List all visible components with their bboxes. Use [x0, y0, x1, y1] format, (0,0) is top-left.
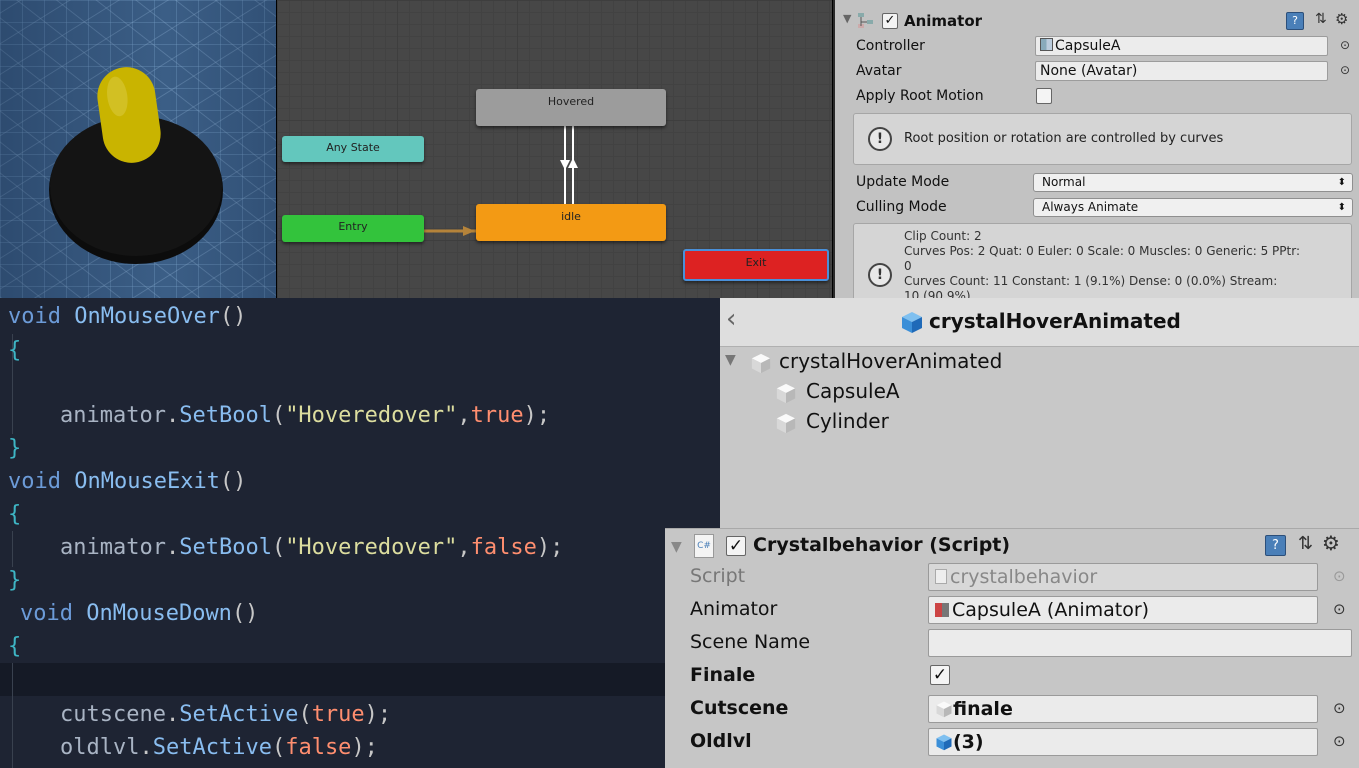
animator-controller-icon [1040, 38, 1053, 51]
indent-guide [12, 663, 13, 768]
cutscene-field[interactable]: finale [928, 695, 1318, 723]
back-button[interactable]: ‹ [726, 304, 736, 334]
code-line: cutscene.SetActive(true); [60, 702, 392, 727]
update-mode-dropdown[interactable]: Normal ⬍ [1033, 173, 1353, 192]
hierarchy-header: ‹ crystalHoverAnimated [720, 298, 1359, 347]
warning-icon: ! [868, 263, 892, 287]
script-component-title: Crystalbehavior (Script) [753, 534, 1011, 556]
culling-mode-label: Culling Mode [856, 199, 947, 215]
foldout-arrow-icon[interactable]: ▼ [725, 352, 736, 368]
state-idle[interactable]: idle [476, 204, 666, 241]
preset-icon[interactable]: ⇅ [1315, 11, 1327, 27]
hierarchy-panel: ‹ crystalHoverAnimated ▼ crystalHoverAni… [720, 298, 1359, 528]
help-book-icon[interactable]: ? [1265, 535, 1286, 556]
hierarchy-item-label: crystalHoverAnimated [779, 349, 1003, 373]
script-file-icon [935, 569, 947, 584]
animator-header: ▼ ✓ Animator ? ⇅ ⚙ [835, 10, 1359, 34]
object-picker-icon[interactable]: ⊙ [1340, 38, 1350, 52]
cube-icon [775, 382, 797, 404]
info-line: 0 [904, 259, 912, 273]
avatar-label: Avatar [856, 63, 902, 79]
foldout-arrow-icon[interactable]: ▼ [843, 12, 851, 25]
animator-title: Animator [904, 12, 983, 30]
scene-view[interactable] [0, 0, 276, 298]
controller-label: Controller [856, 38, 925, 54]
code-line: { [8, 502, 22, 527]
animator-graph[interactable]: Hovered Any State Entry idle Exit [277, 0, 832, 298]
state-hovered[interactable]: Hovered [476, 89, 666, 126]
avatar-field[interactable]: None (Avatar) [1035, 61, 1328, 81]
object-picker-icon[interactable]: ⊙ [1340, 63, 1350, 77]
code-line: } [8, 568, 22, 593]
info-line: Clip Count: 2 [904, 229, 982, 243]
info-line: Curves Pos: 2 Quat: 0 Euler: 0 Scale: 0 … [904, 244, 1300, 258]
cube-icon [900, 310, 924, 334]
object-picker-icon[interactable]: ⊙ [1333, 600, 1346, 618]
code-line: { [8, 338, 22, 363]
indent-guide [12, 531, 13, 567]
culling-mode-dropdown[interactable]: Always Animate ⬍ [1033, 198, 1353, 217]
hierarchy-child-item[interactable]: CapsuleA [720, 378, 1359, 406]
csharp-script-icon: C# [694, 534, 714, 558]
animator-label: Animator [690, 598, 778, 620]
cube-icon [935, 699, 953, 718]
cube-icon [750, 352, 772, 374]
animator-enabled-checkbox[interactable]: ✓ [882, 13, 898, 29]
state-any-state[interactable]: Any State [282, 136, 424, 162]
cube-icon [935, 732, 953, 751]
cube-icon [775, 412, 797, 434]
code-editor[interactable]: void OnMouseOver() { animator.SetBool("H… [0, 298, 720, 768]
code-line: { [8, 634, 22, 659]
update-mode-label: Update Mode [856, 174, 950, 190]
state-entry[interactable]: Entry [282, 215, 424, 242]
prefab-title: crystalHoverAnimated [929, 309, 1181, 333]
script-enabled-checkbox[interactable]: ✓ [726, 536, 746, 556]
script-inspector: ▼ C# ✓ Crystalbehavior (Script) ? ⇅ ⚙ Sc… [665, 528, 1359, 768]
animator-component-icon [935, 603, 949, 617]
root-motion-helpbox: ! Root position or rotation are controll… [853, 113, 1352, 165]
warning-icon: ! [868, 127, 892, 151]
code-line: animator.SetBool("Hoveredover",false); [60, 535, 564, 560]
oldlvl-field[interactable]: (3) [928, 728, 1318, 756]
hierarchy-root-item[interactable]: ▼ crystalHoverAnimated [720, 348, 1359, 376]
code-line: void OnMouseDown() [20, 601, 259, 626]
hierarchy-child-item[interactable]: Cylinder [720, 408, 1359, 436]
object-picker-icon[interactable]: ⊙ [1333, 699, 1346, 717]
controller-field[interactable]: CapsuleA [1035, 36, 1328, 56]
code-line: void OnMouseExit() [8, 469, 247, 494]
animator-inspector: ▼ ✓ Animator ? ⇅ ⚙ Controller CapsuleA ⊙… [833, 0, 1359, 303]
animator-info-box: ! Clip Count: 2 Curves Pos: 2 Quat: 0 Eu… [853, 223, 1352, 303]
preset-icon[interactable]: ⇅ [1298, 533, 1313, 554]
script-field: crystalbehavior [928, 563, 1318, 591]
apply-root-motion-label: Apply Root Motion [856, 88, 984, 104]
code-line: oldlvl.SetActive(false); [60, 735, 378, 760]
code-line: void OnMouseOver() [8, 304, 247, 329]
object-picker-icon[interactable]: ⊙ [1333, 732, 1346, 750]
cutscene-label: Cutscene [690, 697, 789, 719]
foldout-arrow-icon[interactable]: ▼ [671, 539, 682, 555]
oldlvl-label: Oldlvl [690, 730, 752, 752]
apply-root-motion-checkbox[interactable] [1036, 88, 1052, 104]
scene-name-input[interactable] [928, 629, 1352, 657]
gear-icon[interactable]: ⚙ [1335, 10, 1348, 28]
gear-icon[interactable]: ⚙ [1322, 531, 1340, 555]
object-picker-icon: ⊙ [1333, 567, 1346, 585]
scene-name-label: Scene Name [690, 631, 811, 653]
code-line: } [8, 436, 22, 461]
code-line: animator.SetBool("Hoveredover",true); [60, 403, 551, 428]
finale-checkbox[interactable]: ✓ [930, 665, 950, 685]
info-line: Curves Count: 11 Constant: 1 (9.1%) Dens… [904, 274, 1278, 288]
help-book-icon[interactable]: ? [1286, 12, 1304, 30]
script-label: Script [690, 565, 746, 587]
state-exit[interactable]: Exit [683, 249, 829, 281]
dropdown-arrow-icon: ⬍ [1337, 177, 1346, 188]
animator-component-icon [857, 11, 875, 29]
dropdown-arrow-icon: ⬍ [1337, 202, 1346, 213]
scene-objects [49, 67, 223, 264]
hierarchy-item-label: Cylinder [806, 409, 889, 433]
animator-field[interactable]: CapsuleA (Animator) [928, 596, 1318, 624]
current-line-highlight [0, 663, 720, 696]
finale-label: Finale [690, 664, 756, 686]
hierarchy-item-label: CapsuleA [806, 379, 900, 403]
